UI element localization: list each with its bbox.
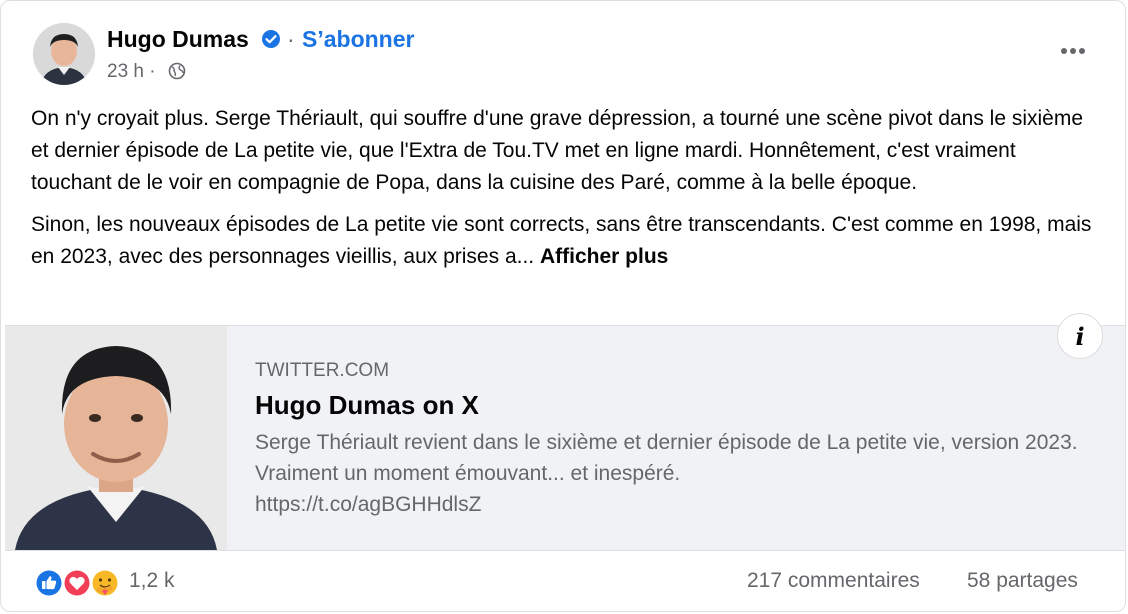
care-reaction-icon [91,569,119,597]
post-card: Hugo Dumas · S’abonner 23 h · On n'y cro… [0,0,1126,612]
link-url[interactable]: https://t.co/agBGHHdlsZ [255,493,481,516]
post-timestamp[interactable]: 23 h · [107,61,156,83]
see-more-link[interactable]: Afficher plus [540,245,668,268]
link-preview-card[interactable]: TWITTER.COM Hugo Dumas on X Serge Théria… [5,313,1125,551]
shares-count[interactable]: 58 partages [967,569,1078,593]
like-reaction-icon [35,569,63,597]
link-description-text: Serge Thériault revient dans le sixième … [255,431,1078,485]
subscribe-button[interactable]: S’abonner [302,26,414,53]
info-icon-label: i [1075,321,1085,351]
reactions-summary[interactable] [33,567,123,599]
info-icon[interactable]: i [1057,313,1103,359]
globe-icon[interactable] [168,62,186,80]
post-paragraph: On n'y croyait plus. Serge Thériault, qu… [31,107,1084,194]
verified-badge-icon [261,29,281,49]
author-avatar[interactable] [33,23,95,85]
link-domain: TWITTER.COM [255,360,390,381]
post-body: On n'y croyait plus. Serge Thériault, qu… [31,103,1101,283]
more-options-icon[interactable] [1053,33,1093,69]
link-description: Serge Thériault revient dans le sixième … [255,427,1095,520]
post-paragraph: Sinon, les nouveaux épisodes de La petit… [31,209,1101,273]
link-preview-image[interactable] [5,326,227,550]
author-name[interactable]: Hugo Dumas [107,26,249,53]
comments-count[interactable]: 217 commentaires [747,569,920,593]
love-reaction-icon [63,569,91,597]
separator-dot: · [287,26,295,52]
reactions-count[interactable]: 1,2 k [129,569,175,593]
link-title[interactable]: Hugo Dumas on X [255,390,479,421]
